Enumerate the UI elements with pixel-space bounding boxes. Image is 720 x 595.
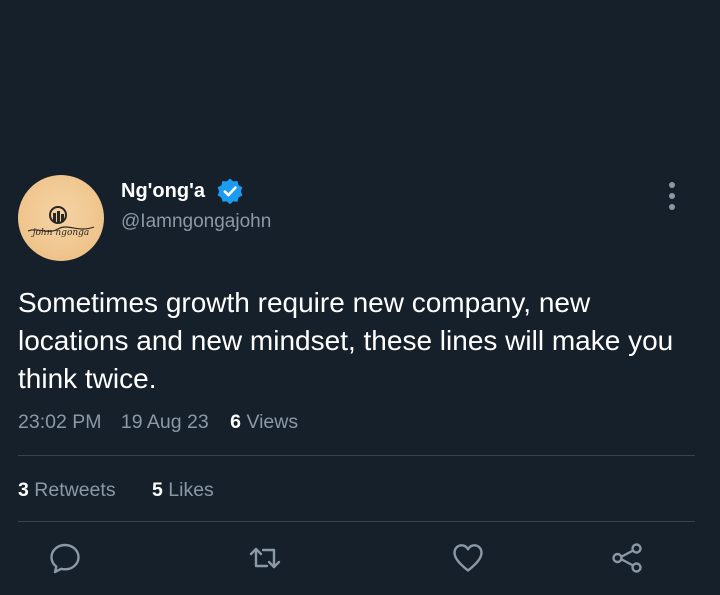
views-label: Views xyxy=(246,411,299,433)
likes-stat[interactable]: 5 Likes xyxy=(152,479,214,501)
views-count: 6 xyxy=(230,411,242,433)
author-display-name[interactable]: Ng'ong'a xyxy=(121,179,205,203)
retweet-icon[interactable] xyxy=(248,541,282,575)
reply-icon[interactable] xyxy=(48,541,82,575)
tweet-meta: 23:02 PM 19 Aug 23 6 Views xyxy=(18,410,298,434)
more-vertical-icon[interactable] xyxy=(662,180,682,212)
divider xyxy=(18,521,695,522)
likes-count: 5 xyxy=(152,479,163,501)
avatar[interactable]: john ngonga xyxy=(18,175,104,261)
share-icon[interactable] xyxy=(610,541,644,575)
divider xyxy=(18,455,695,456)
retweets-stat[interactable]: 3 Retweets xyxy=(18,479,121,501)
tweet-text: Sometimes growth require new company, ne… xyxy=(18,287,674,394)
tweet-date[interactable]: 19 Aug 23 xyxy=(121,411,209,433)
retweets-label: Retweets xyxy=(34,479,116,501)
likes-label: Likes xyxy=(168,479,214,501)
avatar-logo: john ngonga xyxy=(27,206,95,238)
author-handle[interactable]: @Iamngongajohn xyxy=(121,210,271,234)
tweet-time[interactable]: 23:02 PM xyxy=(18,411,101,433)
retweets-count: 3 xyxy=(18,479,29,501)
verified-badge-icon xyxy=(217,178,243,205)
heart-icon[interactable] xyxy=(451,541,485,575)
avatar-signature: john ngonga xyxy=(31,228,90,238)
tweet-stats: 3 Retweets 5 Likes xyxy=(18,478,214,502)
